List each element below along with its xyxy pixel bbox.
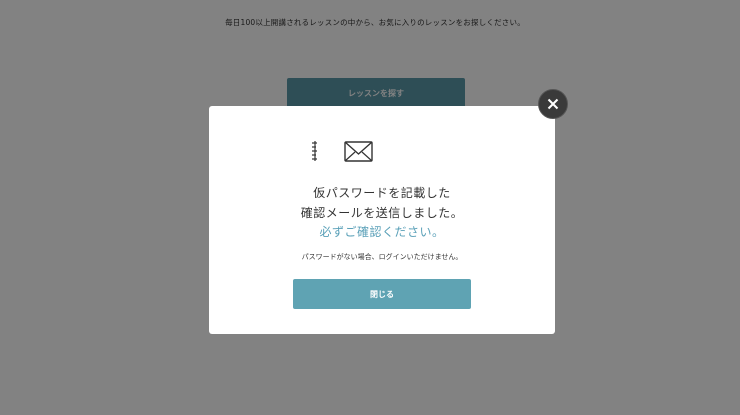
close-icon (547, 98, 559, 110)
confirmation-modal: 仮パスワードを記載した 確認メールを送信しました。 必ずご確認ください。 パスワ… (209, 106, 555, 334)
password-note: パスワードがない場合、ログインいただけません。 (301, 253, 463, 261)
modal-message-line1: 仮パスワードを記載した (313, 186, 451, 200)
speed-lines-icon (312, 141, 317, 161)
close-modal-button[interactable]: 閉じる (293, 279, 471, 309)
mail-icon (312, 141, 373, 162)
page: 毎日100以上開講されるレッスンの中から、お気に入りのレッスンをお探しください。… (0, 0, 740, 415)
sent-mail-graphic (312, 138, 374, 166)
modal-message-line2: 確認メールを送信しました。 (300, 206, 464, 220)
close-icon-button[interactable] (538, 89, 568, 119)
modal-message-highlight: 必ずご確認ください。 (319, 225, 445, 239)
